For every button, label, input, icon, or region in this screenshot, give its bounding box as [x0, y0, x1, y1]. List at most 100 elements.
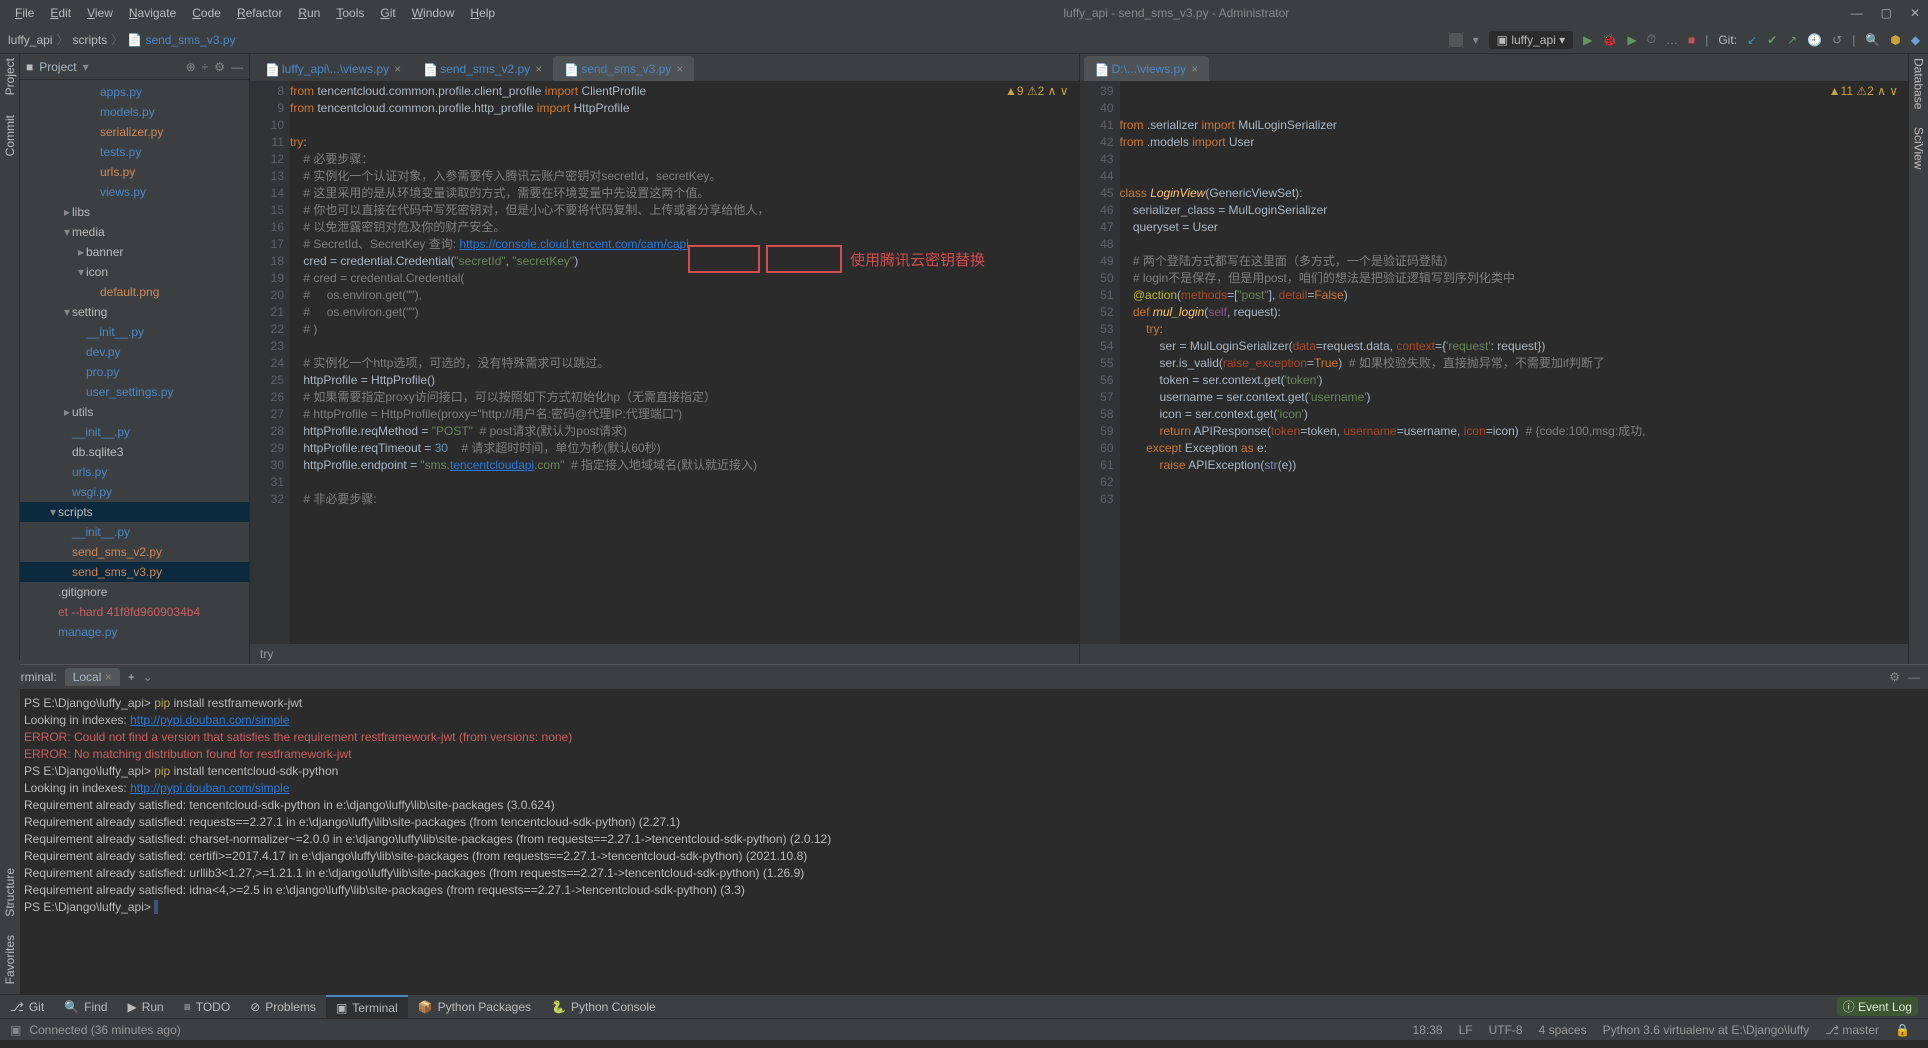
terminal-hide-icon[interactable]: — [1908, 670, 1920, 684]
tree-item[interactable]: __init__.py [20, 422, 249, 442]
select-opened-icon[interactable]: ⊕ [186, 60, 196, 74]
tree-item[interactable]: default.png [20, 282, 249, 302]
tree-item[interactable]: wsgi.py [20, 482, 249, 502]
tree-item[interactable]: ▾setting [20, 302, 249, 322]
toolstrip-sciview[interactable]: SciView [1912, 127, 1926, 169]
toolstrip-commit[interactable]: Commit [3, 115, 17, 156]
tree-item[interactable]: serializer.py [20, 122, 249, 142]
expand-all-icon[interactable]: ÷ [202, 60, 209, 74]
attach-icon[interactable]: … [1666, 33, 1678, 47]
git-push-icon[interactable]: ↗ [1787, 33, 1797, 47]
tree-item[interactable]: send_sms_v2.py [20, 542, 249, 562]
status-lock-icon[interactable]: 🔒 [1887, 1023, 1918, 1037]
toolstrip-project[interactable]: Project [3, 58, 17, 95]
right-inspections[interactable]: ▲11 ⚠2 ∧ ∨ [1829, 84, 1898, 98]
toolwindow-git[interactable]: ⎇Git [0, 995, 54, 1018]
stop-icon[interactable]: ■ [1688, 33, 1695, 47]
toolstrip-favorites[interactable]: Favorites [3, 935, 17, 984]
git-history-icon[interactable]: 🕘 [1807, 33, 1822, 47]
toolstrip-database[interactable]: Database [1912, 58, 1926, 109]
tree-item[interactable]: db.sqlite3 [20, 442, 249, 462]
run-config-select[interactable]: ▣ luffy_api ▾ [1489, 31, 1574, 49]
tree-item[interactable]: models.py [20, 102, 249, 122]
toolwindow-python-packages[interactable]: 📦Python Packages [408, 995, 541, 1018]
tree-item[interactable]: ▸banner [20, 242, 249, 262]
tree-item[interactable]: ▾media [20, 222, 249, 242]
tree-item[interactable]: ▾icon [20, 262, 249, 282]
terminal-gear-icon[interactable]: ⚙ [1889, 670, 1900, 684]
tree-item[interactable]: pro.py [20, 362, 249, 382]
toolwindow-find[interactable]: 🔍Find [54, 995, 117, 1018]
tree-item[interactable]: ▸utils [20, 402, 249, 422]
toolwindow-python-console[interactable]: 🐍Python Console [541, 995, 666, 1018]
minimize-icon[interactable]: — [1851, 6, 1863, 20]
toolwindow-problems[interactable]: ⊘Problems [240, 995, 326, 1018]
tree-item[interactable]: __init__.py [20, 522, 249, 542]
run-icon[interactable]: ▶ [1583, 33, 1592, 47]
status-interpreter[interactable]: Python 3.6 virtualenv at E:\Django\luffy [1595, 1023, 1818, 1037]
status-encoding[interactable]: UTF-8 [1481, 1023, 1531, 1037]
tree-item[interactable]: manage.py [20, 622, 249, 642]
ide-settings-icon[interactable]: ⬢ [1890, 33, 1900, 47]
toolwindow-todo[interactable]: ≡TODO [174, 995, 240, 1018]
tree-item[interactable]: user_settings.py [20, 382, 249, 402]
tree-item[interactable]: et --hard 41f8fd9609034b4 [20, 602, 249, 622]
profile-icon[interactable]: ⏱ [1647, 32, 1656, 47]
codewithme-icon[interactable]: ◆ [1911, 33, 1920, 47]
debug-icon[interactable]: 🐞 [1602, 33, 1617, 47]
status-caret-pos[interactable]: 18:38 [1405, 1023, 1451, 1037]
tree-item[interactable]: urls.py [20, 462, 249, 482]
right-breadcrumb[interactable] [1080, 644, 1909, 664]
menu-file[interactable]: File [8, 3, 41, 23]
git-update-icon[interactable]: ↙ [1747, 33, 1757, 47]
menu-edit[interactable]: Edit [43, 3, 78, 23]
tree-item[interactable]: apps.py [20, 82, 249, 102]
status-indent[interactable]: 4 spaces [1531, 1023, 1595, 1037]
hide-icon[interactable]: — [231, 60, 243, 74]
tree-item[interactable]: views.py [20, 182, 249, 202]
gear-icon[interactable]: ⚙ [214, 60, 225, 74]
left-inspections[interactable]: ▲9 ⚠2 ∧ ∨ [1005, 84, 1069, 98]
menu-run[interactable]: Run [291, 3, 327, 23]
editor-tab[interactable]: 📄luffy_api\...\views.py× [254, 56, 412, 81]
terminal-output[interactable]: PS E:\Django\luffy_api> pip install rest… [20, 689, 1928, 994]
tree-item[interactable]: dev.py [20, 342, 249, 362]
right-code-area[interactable]: from .serializer import MulLoginSerializ… [1120, 81, 1909, 644]
menu-window[interactable]: Window [405, 3, 462, 23]
toolwindow-terminal[interactable]: ▣Terminal [326, 995, 408, 1018]
tree-item[interactable]: ▸libs [20, 202, 249, 222]
status-branch[interactable]: ⎇ master [1817, 1023, 1887, 1037]
crumb-1[interactable]: scripts [73, 33, 108, 47]
left-breadcrumb[interactable]: try [250, 644, 1079, 664]
editor-tab[interactable]: 📄D:\...\views.py× [1084, 56, 1210, 81]
editor-tab[interactable]: 📄send_sms_v2.py× [412, 56, 553, 81]
coverage-icon[interactable]: ▶ [1627, 33, 1636, 47]
left-code-area[interactable]: from tencentcloud.common.profile.client_… [290, 81, 1079, 644]
close-icon[interactable]: ✕ [1910, 6, 1920, 20]
menu-navigate[interactable]: Navigate [122, 3, 183, 23]
menu-git[interactable]: Git [373, 3, 402, 23]
new-tab-icon[interactable]: + [128, 670, 135, 684]
menu-refactor[interactable]: Refactor [230, 3, 289, 23]
user-icon[interactable] [1449, 33, 1463, 47]
git-rollback-icon[interactable]: ↺ [1832, 33, 1842, 47]
maximize-icon[interactable]: ▢ [1881, 6, 1892, 20]
menu-tools[interactable]: Tools [329, 3, 371, 23]
tree-item[interactable]: __init__.py [20, 322, 249, 342]
tree-item[interactable]: send_sms_v3.py [20, 562, 249, 582]
toolwin-toggle-icon[interactable]: ▣ [10, 1023, 21, 1037]
tree-item[interactable]: .gitignore [20, 582, 249, 602]
crumb-0[interactable]: luffy_api [8, 33, 52, 47]
tree-item[interactable]: urls.py [20, 162, 249, 182]
dropdown-icon[interactable]: ⌄ [143, 670, 153, 684]
menu-help[interactable]: Help [463, 3, 502, 23]
tree-item[interactable]: tests.py [20, 142, 249, 162]
event-log-button[interactable]: ⓘ Event Log [1827, 995, 1928, 1018]
tree-item[interactable]: ▾scripts [20, 502, 249, 522]
editor-tab[interactable]: 📄send_sms_v3.py× [553, 56, 694, 81]
git-commit-icon[interactable]: ✔ [1767, 33, 1777, 47]
menu-code[interactable]: Code [185, 3, 228, 23]
toolwindow-run[interactable]: ▶Run [117, 995, 173, 1018]
search-icon[interactable]: 🔍 [1865, 33, 1880, 47]
menu-view[interactable]: View [80, 3, 120, 23]
